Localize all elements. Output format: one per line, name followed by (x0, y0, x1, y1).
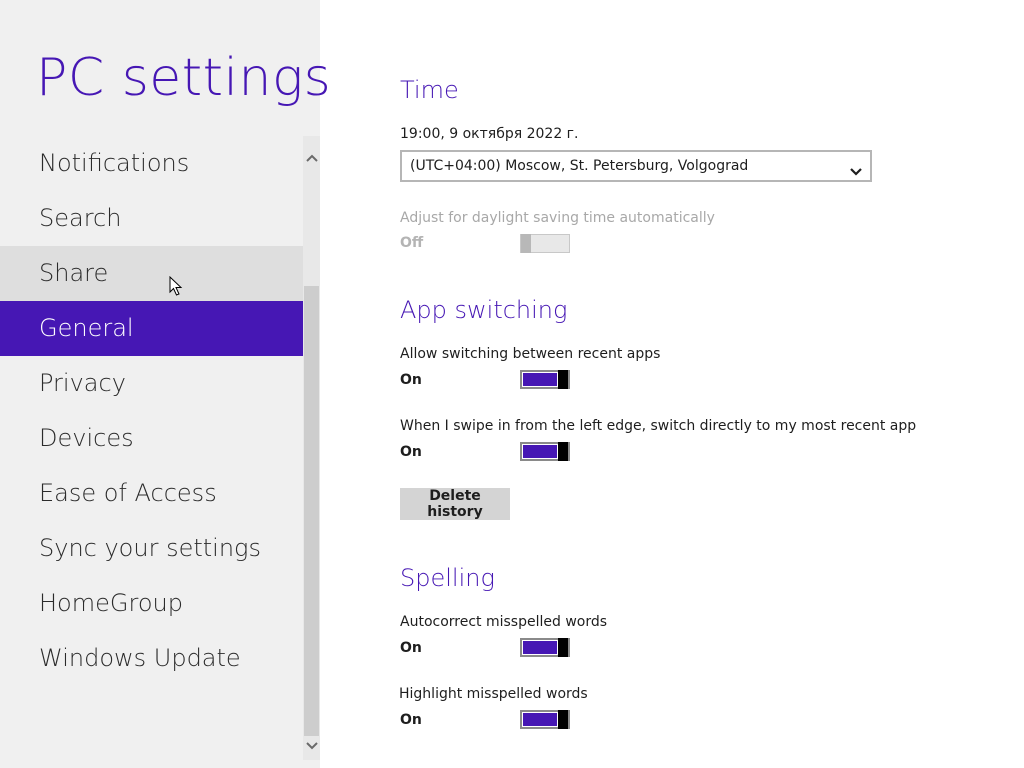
scrollbar-thumb[interactable] (304, 286, 319, 736)
autocorrect-label: Autocorrect misspelled words (400, 614, 608, 630)
daylight-saving-label: Adjust for daylight saving time automati… (400, 210, 715, 226)
section-title-time: Time (400, 76, 459, 104)
timezone-value: (UTC+04:00) Moscow, St. Petersburg, Volg… (410, 158, 749, 174)
allow-switching-toggle[interactable] (520, 370, 570, 389)
section-title-app-switching: App switching (400, 296, 568, 324)
chevron-down-icon[interactable] (303, 736, 320, 756)
autocorrect-state: On (400, 640, 422, 656)
sidebar-nav: Notifications Search Share General Priva… (0, 136, 303, 686)
highlight-misspelled-label: Highlight misspelled words (399, 686, 588, 702)
autocorrect-toggle[interactable] (520, 638, 570, 657)
sidebar-item-windows-update[interactable]: Windows Update (0, 631, 303, 686)
sidebar-item-privacy[interactable]: Privacy (0, 356, 303, 411)
sidebar-item-search[interactable]: Search (0, 191, 303, 246)
sidebar-item-homegroup[interactable]: HomeGroup (0, 576, 303, 631)
swipe-switch-label: When I swipe in from the left edge, swit… (400, 418, 917, 434)
daylight-saving-state: Off (400, 235, 424, 251)
allow-switching-state: On (400, 372, 422, 388)
swipe-switch-state: On (400, 444, 422, 460)
toggle-fill (523, 445, 557, 458)
section-title-spelling: Spelling (400, 564, 495, 592)
toggle-fill (523, 373, 557, 386)
daylight-saving-toggle[interactable] (520, 234, 570, 253)
swipe-switch-toggle[interactable] (520, 442, 570, 461)
toggle-fill (523, 713, 557, 726)
toggle-knob (521, 234, 531, 253)
chevron-up-icon[interactable] (303, 148, 320, 168)
app-title: PC settings (36, 48, 332, 108)
toggle-knob (558, 370, 568, 389)
toggle-knob (558, 710, 568, 729)
mouse-pointer-icon (169, 275, 183, 300)
chevron-down-icon (850, 161, 862, 180)
current-time-text: 19:00, 9 октября 2022 г. (400, 126, 579, 142)
sidebar-item-share[interactable]: Share (0, 246, 303, 301)
toggle-fill (523, 641, 557, 654)
sidebar-scrollbar[interactable] (303, 136, 320, 760)
toggle-knob (558, 638, 568, 657)
sidebar-item-notifications[interactable]: Notifications (0, 136, 303, 191)
toggle-knob (558, 442, 568, 461)
sidebar-item-devices[interactable]: Devices (0, 411, 303, 466)
highlight-misspelled-toggle[interactable] (520, 710, 570, 729)
sidebar: PC settings Notifications Search Share G… (0, 0, 331, 768)
timezone-dropdown[interactable]: (UTC+04:00) Moscow, St. Petersburg, Volg… (400, 150, 872, 182)
sidebar-item-sync-your-settings[interactable]: Sync your settings (0, 521, 303, 576)
settings-content: Time 19:00, 9 октября 2022 г. (UTC+04:00… (399, 0, 1000, 768)
allow-switching-label: Allow switching between recent apps (400, 346, 661, 362)
sidebar-item-ease-of-access[interactable]: Ease of Access (0, 466, 303, 521)
sidebar-item-general[interactable]: General (0, 301, 303, 356)
delete-history-button[interactable]: Delete history (400, 488, 510, 520)
highlight-misspelled-state: On (400, 712, 422, 728)
